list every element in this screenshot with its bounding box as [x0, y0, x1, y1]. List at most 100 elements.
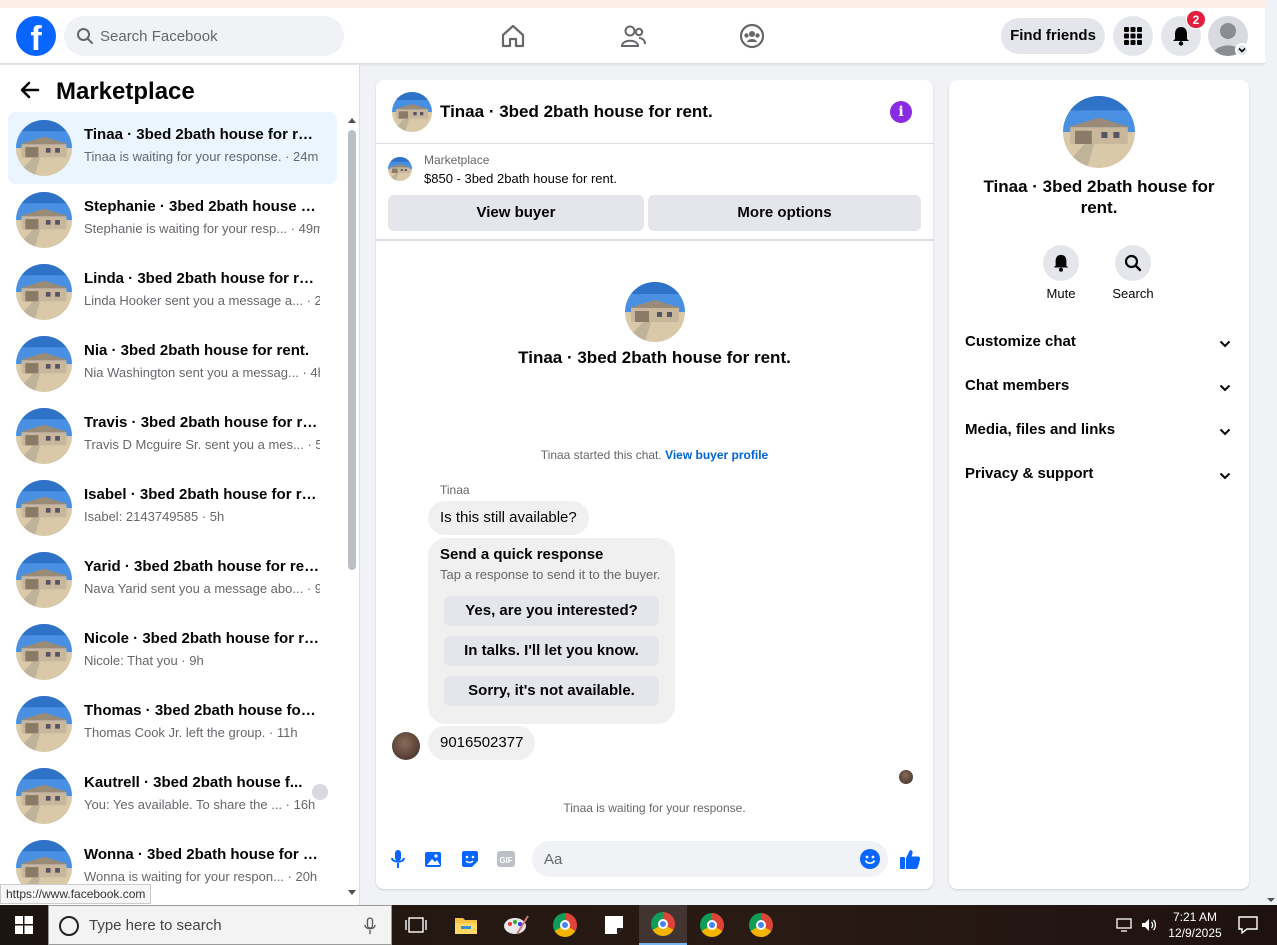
view-buyer-button[interactable]: View buyer — [388, 195, 644, 231]
chat-header: Tinaa · 3bed 2bath house for rent. i — [376, 80, 933, 144]
home-icon[interactable] — [493, 16, 533, 56]
conversation-item[interactable]: Yarid · 3bed 2bath house for rent. Nava Y… — [8, 544, 337, 616]
page-scrollbar[interactable] — [1265, 0, 1277, 905]
conversation-title: Yarid · 3bed 2bath house for rent. — [84, 558, 320, 575]
volume-icon[interactable] — [1140, 916, 1158, 939]
paint-app-icon[interactable] — [492, 905, 540, 945]
network-icon[interactable] — [1116, 917, 1134, 938]
section-label: Media, files and links — [965, 421, 1116, 438]
chrome-profile-z-icon[interactable] — [541, 905, 589, 945]
quick-response-not-available-button[interactable]: Sorry, it's not available. — [444, 676, 659, 706]
conversation-title: Wonna · 3bed 2bath house for r... — [84, 846, 320, 863]
back-arrow-icon[interactable] — [20, 80, 40, 105]
conversation-preview: Linda Hooker sent you a message a... · 2… — [84, 293, 320, 308]
conversation-item[interactable]: Nia · 3bed 2bath house for rent. Nia Wash… — [8, 328, 337, 400]
chat-started-text: Tinaa started this chat. — [540, 448, 662, 462]
task-view-icon[interactable] — [392, 905, 440, 945]
account-chevron-icon[interactable] — [1235, 43, 1249, 57]
message-bubble[interactable]: Is this still available? — [428, 501, 589, 535]
conversation-title: Linda · 3bed 2bath house for rent. — [84, 270, 320, 287]
section-label: Privacy & support — [965, 465, 1094, 482]
groups-icon[interactable] — [732, 16, 772, 56]
sidebar-scrollbar-thumb[interactable] — [348, 130, 356, 570]
chat-title[interactable]: Tinaa · 3bed 2bath house for rent. — [440, 102, 713, 122]
facebook-search-input[interactable] — [100, 16, 330, 56]
chat-avatar[interactable] — [392, 92, 432, 132]
details-name: Tinaa · 3bed 2bath house for rent. — [983, 177, 1215, 217]
buyer-avatar[interactable] — [392, 732, 420, 760]
photo-icon[interactable] — [422, 847, 446, 871]
conversation-title: Travis · 3bed 2bath house for rent. — [84, 414, 320, 431]
conversation-item[interactable]: Kautrell · 3bed 2bath house f... You: Yes… — [8, 760, 337, 832]
conversation-item[interactable]: Stephanie · 3bed 2bath house fo... Stepha… — [8, 184, 337, 256]
view-buyer-profile-link[interactable]: View buyer profile — [665, 448, 768, 462]
message-composer[interactable] — [532, 841, 888, 877]
menu-grid-icon[interactable] — [1113, 16, 1153, 56]
mute-button[interactable]: Mute — [1026, 245, 1096, 301]
conversation-title: Kautrell · 3bed 2bath house f... — [84, 774, 303, 791]
search-icon[interactable] — [1115, 245, 1151, 281]
friends-icon[interactable] — [613, 16, 653, 56]
quick-response-subtitle: Tap a response to send it to the buyer. — [440, 567, 661, 582]
conversation-item[interactable]: Travis · 3bed 2bath house for rent. Travi… — [8, 400, 337, 472]
facebook-logo[interactable]: f — [16, 16, 56, 56]
clock-date: 12/9/2025 — [1168, 926, 1222, 940]
search-in-chat-button[interactable]: Search — [1098, 245, 1168, 301]
mute-label: Mute — [1046, 286, 1076, 301]
conversation-thumbnail — [16, 120, 72, 176]
listing-title[interactable]: $850 - 3bed 2bath house for rent. — [424, 171, 617, 186]
section-label: Chat members — [965, 377, 1070, 394]
conversation-preview: Tinaa is waiting for your response. · 24… — [84, 149, 319, 164]
chrome-profile-alt-icon[interactable] — [737, 905, 785, 945]
thumbs-up-icon[interactable] — [898, 847, 922, 871]
status-url-tooltip: https://www.facebook.com — [0, 884, 152, 904]
windows-start-icon[interactable] — [0, 905, 48, 945]
conversation-preview: Wonna is waiting for your respon... · 20… — [84, 869, 318, 884]
search-icon — [76, 27, 94, 50]
quick-response-talks-button[interactable]: In talks. I'll let you know. — [444, 636, 659, 666]
conversation-title: Nicole · 3bed 2bath house for re... — [84, 630, 320, 647]
message-bubble[interactable]: 9016502377 — [428, 726, 536, 760]
conversation-item[interactable]: Nicole · 3bed 2bath house for re... Nicol… — [8, 616, 337, 688]
chat-members-section[interactable]: Chat members — [957, 366, 1241, 406]
chrome-profile-icon[interactable] — [688, 905, 736, 945]
read-receipt-avatar — [899, 770, 913, 784]
quick-response-yes-button[interactable]: Yes, are you interested? — [444, 596, 659, 626]
more-options-button[interactable]: More options — [648, 195, 921, 231]
microphone-icon[interactable] — [364, 917, 376, 940]
conversation-title: Tinaa · 3bed 2bath house for rent. — [84, 126, 320, 143]
taskbar-search[interactable] — [48, 905, 392, 945]
conversation-item[interactable]: Linda · 3bed 2bath house for rent. Linda … — [8, 256, 337, 328]
media-files-links-section[interactable]: Media, files and links — [957, 410, 1241, 450]
microphone-icon[interactable] — [386, 847, 410, 871]
cortana-icon — [59, 916, 79, 936]
privacy-support-section[interactable]: Privacy & support — [957, 454, 1241, 494]
system-clock[interactable]: 7:21 AM 12/9/2025 — [1160, 909, 1230, 941]
emoji-icon[interactable] — [860, 849, 880, 869]
chrome-active-window-icon[interactable] — [639, 905, 687, 945]
sticker-icon[interactable] — [458, 847, 482, 871]
sticky-notes-icon[interactable] — [590, 905, 638, 945]
customize-chat-section[interactable]: Customize chat — [957, 322, 1241, 362]
conversation-preview: You: Yes available. To share the ... · 1… — [84, 797, 316, 812]
conversation-title: Thomas · 3bed 2bath house for ... — [84, 702, 320, 719]
listing-thumbnail[interactable] — [388, 157, 412, 181]
mute-bell-icon[interactable] — [1043, 245, 1079, 281]
file-explorer-icon[interactable] — [442, 905, 490, 945]
taskbar-search-input[interactable] — [89, 906, 369, 944]
conversation-thumbnail — [16, 696, 72, 752]
gif-icon[interactable]: GIF — [494, 847, 518, 871]
top-navbar: f Find friends 2 — [0, 8, 1265, 64]
conversation-item[interactable]: Tinaa · 3bed 2bath house for rent. Tinaa … — [8, 112, 337, 184]
conversation-item[interactable]: Isabel · 3bed 2bath house for re... Isabe… — [8, 472, 337, 544]
details-avatar[interactable] — [1063, 96, 1135, 168]
intro-name: Tinaa · 3bed 2bath house for rent. — [518, 348, 791, 367]
info-icon[interactable]: i — [890, 101, 912, 123]
message-sender-name: Tinaa — [440, 483, 470, 497]
action-center-icon[interactable] — [1238, 916, 1258, 939]
find-friends-button[interactable]: Find friends — [1001, 18, 1105, 54]
marketplace-sidebar: Marketplace Tinaa · 3bed 2bath house for… — [0, 65, 360, 905]
conversation-item[interactable]: Thomas · 3bed 2bath house for ... Thomas … — [8, 688, 337, 760]
message-input[interactable] — [544, 841, 844, 877]
facebook-search[interactable] — [64, 16, 344, 56]
